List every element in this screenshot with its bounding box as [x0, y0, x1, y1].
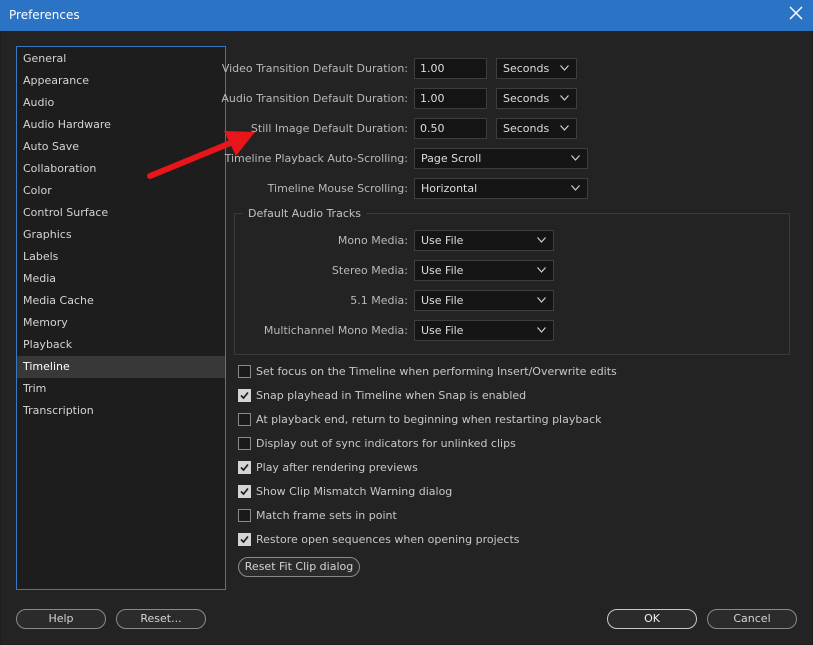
checkmark-icon: [240, 391, 249, 400]
category-item[interactable]: Audio Hardware: [17, 114, 225, 136]
video-transition-input[interactable]: 1.00: [414, 58, 487, 79]
category-item[interactable]: Graphics: [17, 224, 225, 246]
category-item[interactable]: Media Cache: [17, 290, 225, 312]
option-label: Show Clip Mismatch Warning dialog: [256, 485, 453, 498]
option-label: At playback end, return to beginning whe…: [256, 413, 602, 426]
option-checkbox[interactable]: [238, 389, 251, 402]
chevron-down-icon: [537, 267, 546, 273]
mouse-scrolling-value: Horizontal: [421, 182, 478, 195]
chevron-down-icon: [560, 65, 569, 71]
reset-button[interactable]: Reset...: [116, 609, 206, 629]
option-checkbox[interactable]: [238, 533, 251, 546]
category-item[interactable]: Color: [17, 180, 225, 202]
playback-scrolling-label: Timeline Playback Auto-Scrolling:: [224, 152, 408, 165]
surround-media-value: Use File: [421, 294, 464, 307]
video-transition-label: Video Transition Default Duration:: [221, 62, 408, 75]
multichannel-media-value: Use File: [421, 324, 464, 337]
checkmark-icon: [240, 463, 249, 472]
checkmark-icon: [240, 487, 249, 496]
multichannel-media-dropdown[interactable]: Use File: [414, 320, 554, 341]
playback-scrolling-dropdown[interactable]: Page Scroll: [414, 148, 588, 169]
option-label: Restore open sequences when opening proj…: [256, 533, 520, 546]
category-item[interactable]: Control Surface: [17, 202, 225, 224]
surround-media-label: 5.1 Media:: [350, 294, 408, 307]
category-item[interactable]: General: [17, 48, 225, 70]
still-image-input[interactable]: 0.50: [414, 118, 487, 139]
chevron-down-icon: [537, 297, 546, 303]
category-item[interactable]: Collaboration: [17, 158, 225, 180]
option-label: Set focus on the Timeline when performin…: [256, 365, 617, 378]
audio-transition-unit-value: Seconds: [503, 92, 550, 105]
category-item[interactable]: Transcription: [17, 400, 225, 422]
still-image-unit-value: Seconds: [503, 122, 550, 135]
help-button[interactable]: Help: [16, 609, 106, 629]
option-label: Display out of sync indicators for unlin…: [256, 437, 516, 450]
option-checkbox[interactable]: [238, 461, 251, 474]
option-label: Snap playhead in Timeline when Snap is e…: [256, 389, 527, 402]
category-item[interactable]: Auto Save: [17, 136, 225, 158]
audio-transition-label: Audio Transition Default Duration:: [221, 92, 408, 105]
mono-media-dropdown[interactable]: Use File: [414, 230, 554, 251]
stereo-media-dropdown[interactable]: Use File: [414, 260, 554, 281]
audio-transition-unit-dropdown[interactable]: Seconds: [496, 88, 577, 109]
option-label: Play after rendering previews: [256, 461, 418, 474]
category-item[interactable]: Memory: [17, 312, 225, 334]
chevron-down-icon: [560, 95, 569, 101]
category-item[interactable]: Media: [17, 268, 225, 290]
option-checkbox[interactable]: [238, 437, 251, 450]
category-item[interactable]: Timeline: [17, 356, 225, 378]
chevron-down-icon: [571, 185, 580, 191]
default-audio-tracks-legend: Default Audio Tracks: [248, 207, 361, 220]
title-bar: Preferences: [0, 0, 813, 31]
category-item[interactable]: Audio: [17, 92, 225, 114]
category-item[interactable]: Labels: [17, 246, 225, 268]
cancel-button[interactable]: Cancel: [707, 609, 797, 629]
multichannel-media-label: Multichannel Mono Media:: [263, 324, 408, 337]
stereo-media-label: Stereo Media:: [331, 264, 408, 277]
playback-scrolling-value: Page Scroll: [421, 152, 482, 165]
chevron-down-icon: [560, 125, 569, 131]
option-label: Match frame sets in point: [256, 509, 397, 522]
mono-media-label: Mono Media:: [337, 234, 408, 247]
option-checkbox[interactable]: [238, 365, 251, 378]
window-title: Preferences: [9, 8, 80, 22]
category-list: General Appearance Audio Audio Hardware Auto…: [16, 46, 226, 590]
chevron-down-icon: [537, 327, 546, 333]
audio-transition-input[interactable]: 1.00: [414, 88, 487, 109]
option-checkbox[interactable]: [238, 485, 251, 498]
category-item[interactable]: Appearance: [17, 70, 225, 92]
mono-media-value: Use File: [421, 234, 464, 247]
category-item[interactable]: Playback: [17, 334, 225, 356]
stereo-media-value: Use File: [421, 264, 464, 277]
video-transition-unit-dropdown[interactable]: Seconds: [496, 58, 577, 79]
chevron-down-icon: [537, 237, 546, 243]
ok-button[interactable]: OK: [607, 609, 697, 629]
option-checkbox[interactable]: [238, 413, 251, 426]
mouse-scrolling-label: Timeline Mouse Scrolling:: [267, 182, 408, 195]
chevron-down-icon: [571, 155, 580, 161]
option-checkbox[interactable]: [238, 509, 251, 522]
category-item[interactable]: Trim: [17, 378, 225, 400]
surround-media-dropdown[interactable]: Use File: [414, 290, 554, 311]
still-image-unit-dropdown[interactable]: Seconds: [496, 118, 577, 139]
checkmark-icon: [240, 535, 249, 544]
video-transition-unit-value: Seconds: [503, 62, 550, 75]
still-image-label: Still Image Default Duration:: [250, 122, 408, 135]
close-icon[interactable]: [789, 6, 803, 20]
mouse-scrolling-dropdown[interactable]: Horizontal: [414, 178, 588, 199]
reset-fit-clip-button[interactable]: Reset Fit Clip dialog: [238, 557, 360, 577]
